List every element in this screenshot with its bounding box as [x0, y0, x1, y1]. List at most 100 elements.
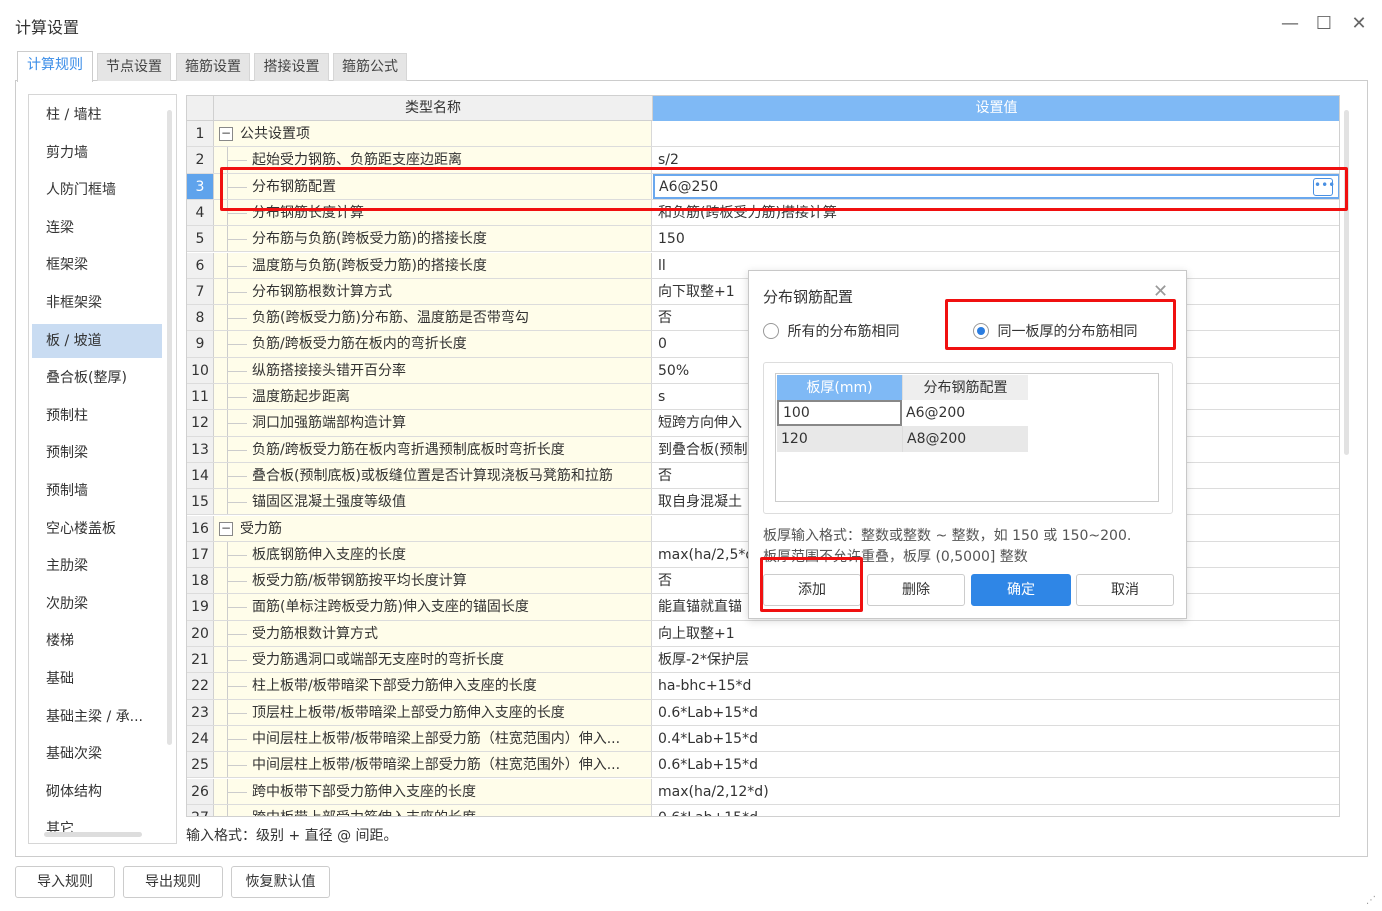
delete-button[interactable]: 删除 — [867, 574, 965, 606]
radio-all-same[interactable]: 所有的分布筋相同 — [763, 321, 899, 341]
sidebar-item[interactable]: 其它 — [32, 812, 162, 843]
config-cell[interactable]: A6@200 — [902, 400, 1028, 426]
sidebar-item[interactable]: 剪力墙 — [32, 136, 162, 170]
sidebar-item[interactable]: 非框架梁 — [32, 286, 162, 320]
radio-same-thickness[interactable]: 同一板厚的分布筋相同 — [973, 321, 1137, 341]
row-value-cell[interactable]: ha-bhc+15*d — [653, 673, 1339, 698]
row-name-cell[interactable]: 受力筋根数计算方式 — [214, 620, 652, 646]
sidebar-item[interactable]: 次肋梁 — [32, 587, 162, 621]
row-name-cell[interactable]: 顶层柱上板带/板带暗梁上部受力筋伸入支座的长度 — [214, 699, 652, 725]
table-row[interactable]: 20 受力筋根数计算方式 向上取整+1 — [187, 620, 1339, 647]
sidebar-item[interactable]: 基础次梁 — [32, 737, 162, 771]
row-value-cell[interactable] — [653, 121, 1339, 146]
row-value-cell[interactable]: 板厚-2*保护层 — [653, 647, 1339, 672]
close-icon[interactable]: ✕ — [1347, 12, 1371, 36]
sidebar-scrollbar[interactable] — [167, 110, 172, 745]
table-row[interactable]: 25 中间层柱上板带/板带暗梁上部受力筋（柱宽范围外）伸入... 0.6*Lab+1… — [187, 752, 1339, 779]
row-name-cell[interactable]: 纵筋搭接接头错开百分率 — [214, 357, 652, 383]
thickness-cell-editing[interactable]: 100 — [777, 400, 902, 426]
config-cell[interactable]: A8@200 — [902, 426, 1028, 452]
row-name-cell[interactable]: 温度筋起步距离 — [214, 384, 652, 410]
sidebar-horizontal-scrollbar[interactable] — [44, 832, 142, 837]
tab-stirrup-settings[interactable]: 箍筋设置 — [176, 53, 250, 81]
radio-selected-icon[interactable] — [973, 323, 989, 339]
row-value-cell[interactable]: max(ha/2,12*d) — [653, 779, 1339, 804]
dialog-close-icon[interactable]: ✕ — [1153, 281, 1168, 302]
sidebar-item[interactable]: 基础主梁 / 承... — [32, 700, 162, 734]
row-name-cell[interactable]: 中间层柱上板带/板带暗梁上部受力筋（柱宽范围外）伸入... — [214, 752, 652, 778]
sidebar-item[interactable]: 主肋梁 — [32, 549, 162, 583]
row-name-cell[interactable]: − 受力筋 — [214, 515, 652, 541]
table-row[interactable]: 3 分布钢筋配置 A6@250 ••• — [187, 173, 1339, 200]
row-name-cell[interactable]: 受力筋遇洞口或端部无支座时的弯折长度 — [214, 647, 652, 673]
sidebar-item[interactable]: 人防门框墙 — [32, 173, 162, 207]
table-row[interactable]: 23 顶层柱上板带/板带暗梁上部受力筋伸入支座的长度 0.6*Lab+15*d — [187, 699, 1339, 726]
row-name-cell[interactable]: 负筋(跨板受力筋)分布筋、温度筋是否带弯勾 — [214, 305, 652, 331]
ok-button[interactable]: 确定 — [971, 574, 1071, 606]
row-value-cell[interactable]: 0.6*Lab+15*d — [653, 700, 1339, 725]
row-name-cell[interactable]: 温度筋与负筋(跨板受力筋)的搭接长度 — [214, 252, 652, 278]
row-value-cell[interactable]: 150 — [653, 226, 1339, 251]
tab-lap-settings[interactable]: 搭接设置 — [254, 53, 329, 81]
tab-node-settings[interactable]: 节点设置 — [97, 53, 171, 81]
row-value-cell[interactable]: 0.6*Lab+15*d — [653, 805, 1339, 816]
row-name-cell[interactable]: 起始受力钢筋、负筋距支座边距离 — [214, 147, 652, 173]
row-value-cell[interactable]: 0.6*Lab+15*d — [653, 752, 1339, 777]
row-name-cell[interactable]: 负筋/跨板受力筋在板内弯折遇预制底板时弯折长度 — [214, 436, 652, 462]
sidebar-item[interactable]: 空心楼盖板 — [32, 512, 162, 546]
tab-calc-rules[interactable]: 计算规则 — [17, 51, 93, 82]
cancel-button[interactable]: 取消 — [1076, 574, 1174, 606]
sidebar-item[interactable]: 砌体结构 — [32, 775, 162, 809]
add-button[interactable]: 添加 — [763, 574, 861, 606]
sidebar-item[interactable]: 叠合板(整厚) — [32, 361, 162, 395]
minimize-icon[interactable]: — — [1278, 12, 1302, 36]
row-name-cell[interactable]: 跨中板带下部受力筋伸入支座的长度 — [214, 778, 652, 804]
row-name-cell[interactable]: 板底钢筋伸入支座的长度 — [214, 541, 652, 568]
grid-scrollbar[interactable] — [1344, 110, 1349, 455]
row-name-cell[interactable]: 柱上板带/板带暗梁下部受力筋伸入支座的长度 — [214, 673, 652, 699]
row-value-cell[interactable]: 向上取整+1 — [653, 621, 1339, 646]
sidebar-item[interactable]: 预制柱 — [32, 399, 162, 433]
row-name-cell[interactable]: 负筋/跨板受力筋在板内的弯折长度 — [214, 331, 652, 357]
table-row[interactable]: 27 跨中板带上部受力筋伸入支座的长度 0.6*Lab+15*d — [187, 804, 1339, 816]
row-name-cell[interactable]: 跨中板带上部受力筋伸入支座的长度 — [214, 804, 652, 816]
row-name-cell[interactable]: 面筋(单标注跨板受力筋)伸入支座的锚固长度 — [214, 594, 652, 620]
row-name-cell[interactable]: 锚固区混凝土强度等级值 — [214, 489, 652, 515]
table-row[interactable]: 22 柱上板带/板带暗梁下部受力筋伸入支座的长度 ha-bhc+15*d — [187, 673, 1339, 700]
sidebar-item[interactable]: 楼梯 — [32, 624, 162, 658]
resize-grip-icon[interactable]: ⋰ — [1366, 895, 1376, 906]
thickness-cell[interactable]: 120 — [777, 426, 902, 452]
row-name-cell[interactable]: 分布筋与负筋(跨板受力筋)的搭接长度 — [214, 226, 652, 252]
export-rules-button[interactable]: 导出规则 — [123, 866, 223, 898]
row-value-cell[interactable]: 0.4*Lab+15*d — [653, 726, 1339, 751]
column-header-value[interactable]: 设置值 — [653, 96, 1339, 121]
row-name-cell[interactable]: 洞口加强筋端部构造计算 — [214, 410, 652, 436]
more-options-icon[interactable]: ••• — [1313, 177, 1335, 196]
table-row[interactable]: 2 起始受力钢筋、负筋距支座边距离 s/2 — [187, 147, 1339, 174]
table-row[interactable]: 21 受力筋遇洞口或端部无支座时的弯折长度 板厚-2*保护层 — [187, 647, 1339, 674]
restore-defaults-button[interactable]: 恢复默认值 — [231, 866, 330, 898]
sidebar-item[interactable]: 柱 / 墙柱 — [32, 98, 162, 132]
sidebar-item[interactable]: 基础 — [32, 662, 162, 696]
table-row[interactable]: 5 分布筋与负筋(跨板受力筋)的搭接长度 150 — [187, 226, 1339, 253]
import-rules-button[interactable]: 导入规则 — [15, 866, 115, 898]
tab-stirrup-formula[interactable]: 箍筋公式 — [333, 53, 407, 81]
row-value-cell[interactable]: 和负筋(跨板受力筋)搭接计算 — [653, 200, 1339, 225]
collapse-icon[interactable]: − — [219, 127, 233, 141]
sidebar-item[interactable]: 预制梁 — [32, 436, 162, 470]
row-value-editor[interactable]: A6@250 ••• — [653, 173, 1339, 199]
table-row[interactable]: 24 中间层柱上板带/板带暗梁上部受力筋（柱宽范围内）伸入... 0.4*Lab+1… — [187, 725, 1339, 753]
row-value-cell[interactable]: s/2 — [653, 147, 1339, 172]
table-row[interactable]: 4 分布钢筋长度计算 和负筋(跨板受力筋)搭接计算 — [187, 199, 1339, 227]
row-name-cell[interactable]: 板受力筋/板带钢筋按平均长度计算 — [214, 568, 652, 594]
sidebar-item[interactable]: 预制墙 — [32, 474, 162, 508]
row-name-cell[interactable]: 分布钢筋长度计算 — [214, 199, 652, 226]
sidebar-item[interactable]: 框架梁 — [32, 248, 162, 282]
sidebar-item[interactable]: 连梁 — [32, 211, 162, 245]
row-name-cell[interactable]: 分布钢筋根数计算方式 — [214, 278, 652, 305]
row-name-cell[interactable]: 叠合板(预制底板)或板缝位置是否计算现浇板马凳筋和拉筋 — [214, 462, 652, 489]
row-name-cell[interactable]: 分布钢筋配置 — [214, 173, 652, 199]
table-row[interactable]: 26 跨中板带下部受力筋伸入支座的长度 max(ha/2,12*d) — [187, 778, 1339, 805]
column-header-name[interactable]: 类型名称 — [214, 96, 653, 121]
row-name-cell[interactable]: − 公共设置项 — [214, 121, 652, 147]
